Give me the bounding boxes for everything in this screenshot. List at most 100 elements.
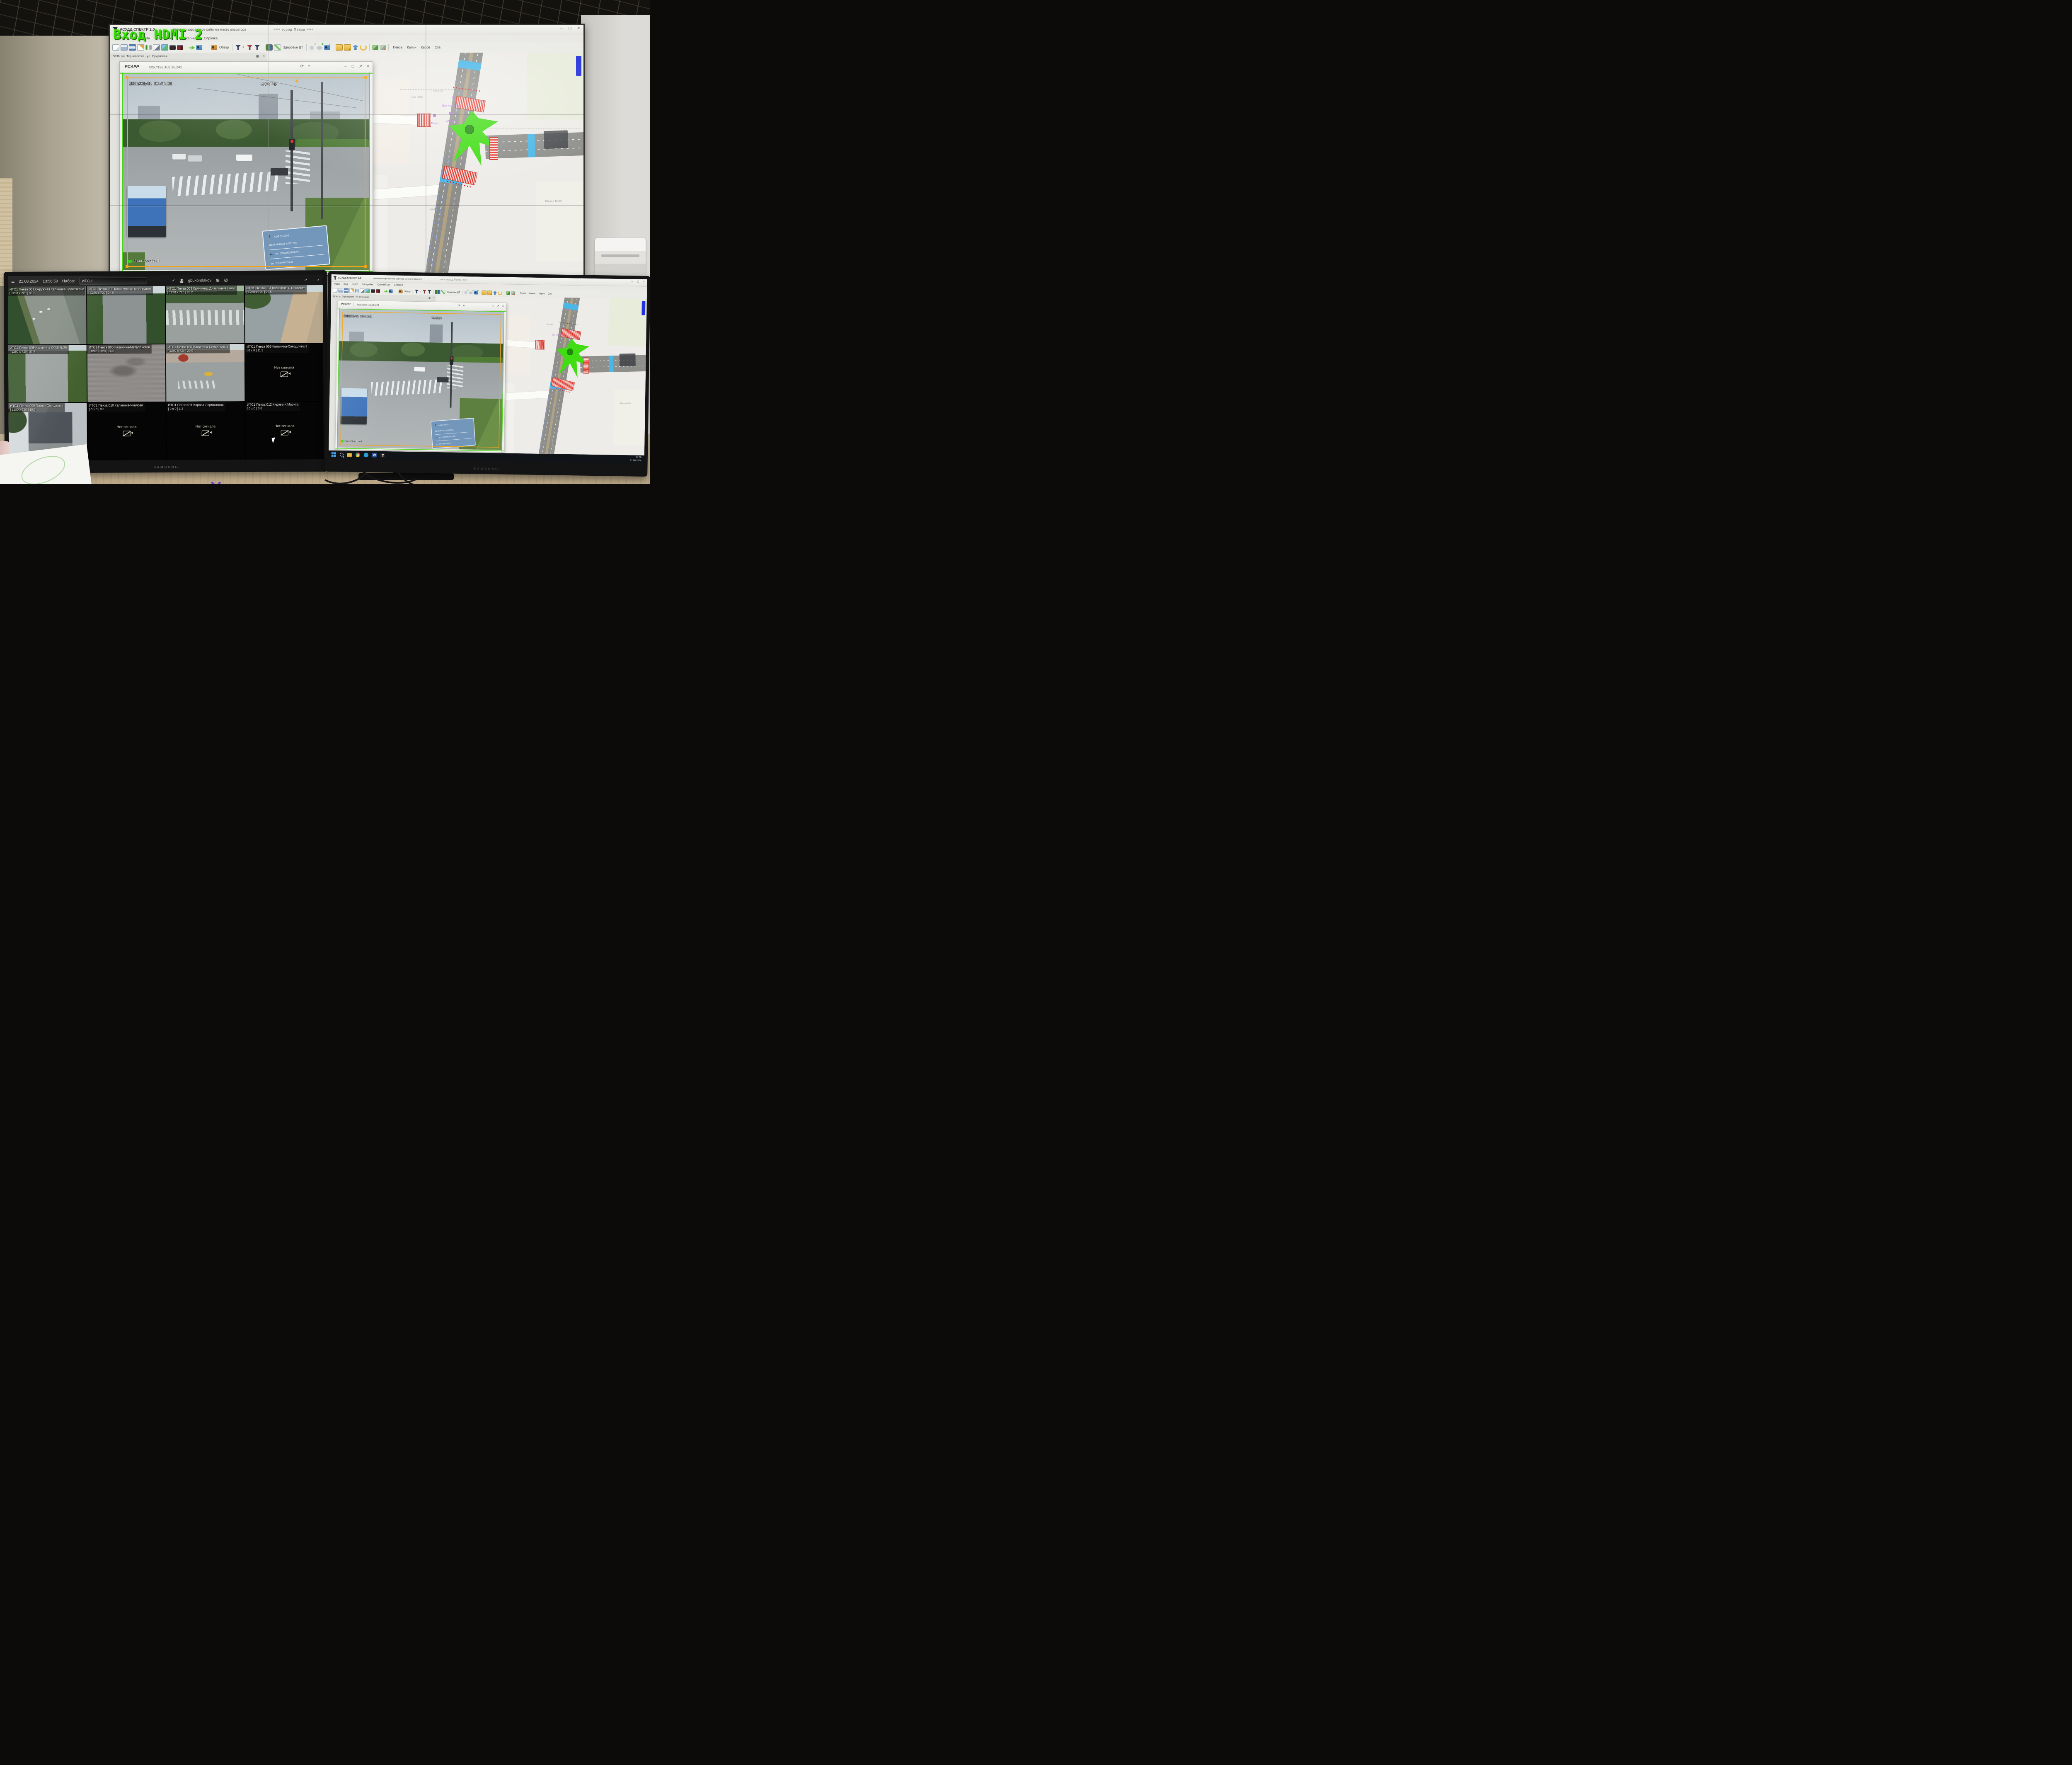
- filter-caret-icon[interactable]: ▾: [242, 45, 245, 50]
- filter-apply-icon[interactable]: [427, 290, 431, 293]
- new-doc-icon[interactable]: [333, 288, 337, 293]
- sync-alert-icon[interactable]: [511, 291, 515, 295]
- add-oval-icon[interactable]: [317, 45, 323, 50]
- nav-arrow-icon[interactable]: [189, 45, 195, 50]
- camera-cell-010[interactable]: ИТС1 Пенза 010 Калинина-Чкалова[ 0 x 0 ]…: [87, 402, 166, 460]
- health-dt-button[interactable]: Здоровье ДТ: [446, 291, 460, 293]
- cctv-minimize[interactable]: ─: [311, 278, 313, 282]
- pcapp-menu-icon[interactable]: ≡: [308, 64, 310, 69]
- tab-close-icon[interactable]: ×: [263, 54, 265, 58]
- region-penza-button[interactable]: Пенза: [391, 45, 404, 50]
- upload-icon[interactable]: [352, 45, 358, 50]
- zone-select-toggle[interactable]: [355, 288, 356, 292]
- tab-intersection[interactable]: 5836: ул. Терновского - ул. Сухумская: [333, 295, 370, 298]
- maximize-button[interactable]: □: [636, 280, 640, 283]
- draw-pen-icon[interactable]: [153, 44, 160, 51]
- filter-off-icon[interactable]: [247, 45, 253, 50]
- poi-dva-kapitana[interactable]: Два капитана: [552, 334, 564, 337]
- calibration-handle[interactable]: [126, 76, 128, 79]
- camera-cell-012[interactable]: ИТС1 Пенза 012 Кирова-К.Маркса[ 0 x 0 ] …: [245, 402, 324, 460]
- overview-button[interactable]: Обзор: [404, 290, 411, 293]
- camera-blue-icon[interactable]: [389, 289, 393, 293]
- camera-cell-005[interactable]: ИТС1 Пенза 005 Калинина-СОШ №25[ 1280 x …: [8, 345, 87, 403]
- map-layers-icon[interactable]: [161, 44, 168, 51]
- calibration-handle[interactable]: [126, 265, 128, 268]
- sync-icon[interactable]: [372, 45, 378, 50]
- detectors-icon[interactable]: [435, 290, 440, 294]
- filter-apply-icon[interactable]: [254, 45, 260, 50]
- filter-caret-icon[interactable]: ▾: [419, 290, 421, 293]
- region-suv-button[interactable]: Сув: [547, 292, 553, 295]
- map-layers-icon[interactable]: [366, 288, 370, 293]
- add-zone-icon[interactable]: [464, 291, 468, 294]
- save-icon[interactable]: [129, 44, 136, 51]
- export-alert-icon[interactable]: [344, 44, 351, 51]
- map-scroll-indicator[interactable]: [576, 56, 582, 76]
- new-doc-icon[interactable]: [112, 44, 119, 51]
- export-alert-icon[interactable]: [487, 291, 492, 295]
- pan-toggle[interactable]: [357, 289, 359, 293]
- pcapp-close[interactable]: ×: [502, 305, 504, 308]
- health-dt-button[interactable]: Здоровье ДТ: [282, 46, 304, 49]
- minimize-button[interactable]: ─: [630, 280, 634, 283]
- pcapp-minimize[interactable]: ─: [344, 64, 347, 69]
- intersection-camera-feed[interactable]: ↑АЭРОПОРТ ДЕЖУРНАЯ АПТЕКА ←ул. ИВАНОВСКА…: [338, 309, 504, 450]
- cctv-close[interactable]: ×: [317, 278, 320, 282]
- nav-arrow-icon[interactable]: [384, 289, 388, 293]
- zone-select-toggle[interactable]: [145, 45, 148, 50]
- tab-restore-icon[interactable]: ▣: [428, 296, 431, 300]
- pcapp-titlebar[interactable]: PCAPP http://192.168.16.241 ⟳ ≡ ─ □ ↗ ×: [120, 62, 373, 73]
- zoom-cancel-icon[interactable]: ⊘: [224, 277, 228, 283]
- filter-icon[interactable]: [414, 290, 419, 293]
- pcapp-close[interactable]: ×: [367, 64, 369, 69]
- edit-icon[interactable]: [137, 44, 144, 51]
- undo-icon[interactable]: [360, 44, 367, 51]
- camera-orange-icon[interactable]: [399, 289, 403, 293]
- camera-cell-011[interactable]: ИТС1 Пенза 011 Кирова-Лермонтова[ 0 x 0 …: [166, 402, 244, 460]
- camera-set-select[interactable]: ИТС-1: [79, 277, 147, 285]
- save-icon[interactable]: [344, 288, 349, 293]
- binoculars-icon[interactable]: [371, 289, 375, 293]
- close-button[interactable]: ×: [576, 26, 582, 31]
- poi-dva-kapitana[interactable]: Два капитана: [442, 104, 460, 107]
- tab-close-icon[interactable]: ×: [433, 296, 435, 300]
- filter-icon[interactable]: [235, 45, 241, 50]
- undo-icon[interactable]: [498, 291, 502, 295]
- poi-emex[interactable]: Emex: [431, 121, 438, 125]
- upload-icon[interactable]: [493, 291, 497, 295]
- maximize-button[interactable]: □: [567, 26, 573, 31]
- calibration-handle[interactable]: [364, 76, 367, 79]
- export-folder-icon[interactable]: [482, 291, 487, 295]
- region-kalin-button[interactable]: Калин: [405, 45, 418, 50]
- sync-icon[interactable]: [506, 291, 510, 295]
- region-suv-button[interactable]: Сув: [433, 45, 442, 50]
- menu-icon[interactable]: ☰: [11, 279, 15, 283]
- add-oval-icon[interactable]: [469, 291, 473, 294]
- camera-cell-001[interactable]: ИТС1 Пенза 001 Окружная Калинина-Кривозе…: [8, 286, 86, 344]
- poi-olimp[interactable]: Олимп: [445, 119, 455, 123]
- close-button[interactable]: ×: [642, 280, 646, 283]
- export-folder-icon[interactable]: [336, 44, 343, 51]
- intersection-controller-icon[interactable]: [567, 349, 573, 355]
- draw-pen-icon[interactable]: [360, 288, 364, 293]
- move-icon[interactable]: ⊕: [215, 277, 220, 283]
- poi-crown-icon[interactable]: ♛: [451, 95, 455, 100]
- binoculars-icon[interactable]: [169, 45, 176, 50]
- pcapp-expand[interactable]: ↗: [359, 64, 362, 69]
- region-kirov-button[interactable]: Киров: [537, 291, 546, 295]
- region-penza-button[interactable]: Пенза: [519, 291, 528, 295]
- pcapp-minimize[interactable]: ─: [487, 305, 489, 308]
- calibration-handle[interactable]: [295, 80, 298, 82]
- open-folder-icon[interactable]: [338, 288, 343, 293]
- pcapp-url[interactable]: http://192.168.16.241: [149, 65, 182, 69]
- open-folder-icon[interactable]: [121, 44, 128, 51]
- poi-crown-icon[interactable]: ♛: [558, 327, 560, 331]
- pan-toggle[interactable]: [149, 45, 152, 50]
- camera-green-icon[interactable]: [203, 45, 210, 50]
- edit-icon[interactable]: [349, 288, 354, 293]
- map-scroll-indicator[interactable]: [641, 301, 646, 315]
- camera-cell-008[interactable]: ИТС1 Пенза 008 Калинина-Свердлова 2[ 0 x…: [245, 344, 323, 402]
- camera-cell-007[interactable]: ИТС1 Пенза 007 Калинина-Свердлова 1[ 128…: [166, 344, 244, 402]
- add-camera-icon[interactable]: [474, 291, 478, 294]
- pcapp-maximize[interactable]: □: [352, 64, 354, 69]
